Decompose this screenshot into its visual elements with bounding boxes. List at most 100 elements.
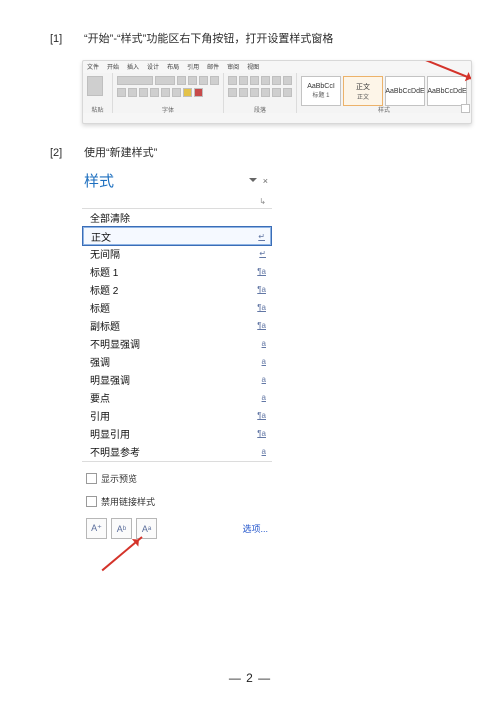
- pane-button-row: A⁺ Aᵇ Aᵃ 选项...: [86, 518, 272, 539]
- style-kind-icon: ↵: [258, 232, 265, 241]
- style-item[interactable]: 明显强调 a: [82, 371, 272, 389]
- annotation-arrow-icon: [102, 536, 143, 571]
- ribbon-tab: 文件: [87, 62, 99, 73]
- ribbon-group-label: 字体: [113, 105, 223, 114]
- style-item[interactable]: 明显引用¶a: [82, 425, 272, 443]
- style-kind-icon: ¶a: [257, 429, 266, 438]
- font-name-box: [117, 76, 153, 85]
- ribbon-group-label: 样式: [297, 105, 471, 114]
- page-number: — 2 —: [0, 671, 500, 685]
- style-tile: AaBbCcDdE: [385, 76, 425, 106]
- step-1: [1] “开始”-“样式”功能区右下角按钮，打开设置样式窗格 文件 开始 插入 …: [50, 30, 470, 124]
- style-item[interactable]: 无间隔↵: [82, 245, 272, 263]
- step1-text: “开始”-“样式”功能区右下角按钮，打开设置样式窗格: [84, 30, 470, 46]
- style-tile-active: 正文 正文: [343, 76, 383, 106]
- change-case-icon: [199, 76, 208, 85]
- checkbox-icon: [86, 496, 97, 507]
- ribbon-group-label: 粘贴: [83, 105, 112, 114]
- checkbox-label: 显示预览: [101, 472, 137, 485]
- ribbon-tab: 布局: [167, 62, 179, 73]
- new-style-button[interactable]: A⁺: [86, 518, 107, 539]
- style-item[interactable]: 不明显参考a: [82, 443, 272, 461]
- styles-pane-header: 样式 ×: [82, 168, 272, 193]
- shading-icon: [283, 88, 292, 97]
- shrink-font-icon: [188, 76, 197, 85]
- style-item-label: 副标题: [90, 318, 120, 333]
- highlight-icon: [183, 88, 192, 97]
- line-spacing-icon: [272, 88, 281, 97]
- style-tile: AaBbCcDdE: [427, 76, 467, 106]
- style-item[interactable]: 标题 ¶a: [82, 299, 272, 317]
- underline-icon: [139, 88, 148, 97]
- superscript-icon: [172, 88, 181, 97]
- style-sample: AaBbCcDdE: [385, 88, 424, 95]
- grow-font-icon: [177, 76, 186, 85]
- subscript-icon: [161, 88, 170, 97]
- style-item-label: 强调: [90, 354, 110, 369]
- style-name: 正文: [357, 92, 369, 101]
- ribbon-tab: 审阅: [227, 62, 239, 73]
- style-item[interactable]: 强调a: [82, 353, 272, 371]
- styles-pane-title: 样式: [84, 170, 114, 191]
- style-name: 标题 1: [312, 90, 329, 99]
- style-kind-icon: a: [262, 375, 266, 384]
- align-justify-icon: [261, 88, 270, 97]
- style-item[interactable]: 引用 ¶a: [82, 407, 272, 425]
- align-right-icon: [250, 88, 259, 97]
- style-item-label: 不明显参考: [90, 444, 140, 459]
- ribbon-group-clipboard: 粘贴: [83, 73, 113, 113]
- font-size-box: [155, 76, 175, 85]
- bullets-icon: [228, 76, 237, 85]
- ribbon-tab: 插入: [127, 62, 139, 73]
- style-item[interactable]: 标题 1 ¶a: [82, 263, 272, 281]
- style-item-label: 标题 2: [90, 282, 118, 297]
- style-kind-icon: ¶a: [257, 321, 266, 330]
- style-item-label: 标题: [90, 300, 110, 315]
- ribbon-group-font: 字体: [113, 73, 224, 113]
- multilevel-icon: [250, 76, 259, 85]
- style-item[interactable]: 要点 a: [82, 389, 272, 407]
- ribbon-group-styles: AaBbCcI 标题 1 正文 正文 AaBbCcDdE AaBbCcDdE 样…: [297, 73, 471, 113]
- align-center-icon: [239, 88, 248, 97]
- ribbon-tab: 设计: [147, 62, 159, 73]
- style-sample: AaBbCcI: [307, 83, 335, 90]
- step-2: [2] 使用“新建样式” 样式 × ↳ 全部清除 正文↵ 无间隔↵ 标题 1¶a…: [50, 144, 470, 539]
- pane-inset-indicator: ↳: [82, 193, 272, 208]
- disable-linked-checkbox[interactable]: 禁用链接样式: [86, 495, 272, 508]
- style-sample: 正文: [356, 82, 370, 92]
- indent-dec-icon: [261, 76, 270, 85]
- style-item[interactable]: 不明显强调a: [82, 335, 272, 353]
- ribbon-tab: 开始: [107, 62, 119, 73]
- ribbon-group-paragraph: 段落: [224, 73, 297, 113]
- style-kind-icon: ¶a: [257, 411, 266, 420]
- show-preview-checkbox[interactable]: 显示预览: [86, 472, 272, 485]
- font-color-icon: [194, 88, 203, 97]
- style-item-label: 明显强调: [90, 372, 130, 387]
- close-icon[interactable]: ×: [263, 176, 268, 186]
- ribbon-tabs: 文件 开始 插入 设计 布局 引用 邮件 审阅 视图: [83, 61, 471, 73]
- pane-dropdown-icon[interactable]: [249, 178, 257, 186]
- style-item[interactable]: 副标题 ¶a: [82, 317, 272, 335]
- style-kind-icon: ¶a: [257, 303, 266, 312]
- style-kind-icon: ↵: [259, 249, 266, 258]
- style-item[interactable]: 标题 2 ¶a: [82, 281, 272, 299]
- style-item-label: 全部清除: [90, 210, 130, 225]
- strike-icon: [150, 88, 159, 97]
- style-kind-icon: ¶a: [257, 267, 266, 276]
- style-item-label: 标题 1: [90, 264, 118, 279]
- checkbox-icon: [86, 473, 97, 484]
- style-item[interactable]: 全部清除: [82, 209, 272, 227]
- style-kind-icon: ¶a: [257, 285, 266, 294]
- sort-icon: [283, 76, 292, 85]
- options-link[interactable]: 选项...: [242, 522, 272, 535]
- styles-pane: 样式 × ↳ 全部清除 正文↵ 无间隔↵ 标题 1¶a 标题 2¶a 标题¶a …: [82, 168, 272, 539]
- style-item-label: 正文: [91, 229, 111, 244]
- style-kind-icon: a: [262, 393, 266, 402]
- style-item-label: 引用: [90, 408, 110, 423]
- style-inspector-button[interactable]: Aᵇ: [111, 518, 132, 539]
- style-tile: AaBbCcI 标题 1: [301, 76, 341, 106]
- style-item-label: 要点: [90, 390, 110, 405]
- ribbon-tab: 邮件: [207, 62, 219, 73]
- style-sample: AaBbCcDdE: [427, 88, 466, 95]
- style-item-selected[interactable]: 正文 ↵: [82, 226, 272, 246]
